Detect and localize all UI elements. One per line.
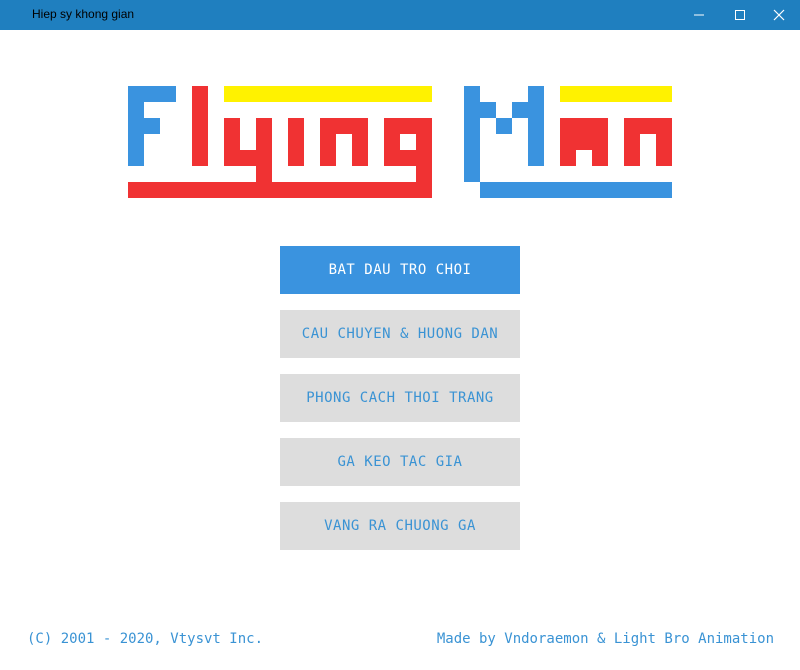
minimize-icon [694,14,704,16]
game-window: Hiep sy khong gian BAT DAU TRO CHOI CAU … [0,0,800,670]
start-game-button[interactable]: BAT DAU TRO CHOI [280,246,520,294]
close-button[interactable] [756,0,800,30]
story-guide-button[interactable]: CAU CHUYEN & HUONG DAN [280,310,520,358]
author-button[interactable]: GA KEO TAC GIA [280,438,520,486]
copyright-text: (C) 2001 - 2020, Vtysvt Inc. [27,631,264,647]
window-title: Hiep sy khong gian [32,7,135,21]
fashion-style-button[interactable]: PHONG CACH THOI TRANG [280,374,520,422]
close-icon [773,9,785,21]
maximize-icon [735,10,745,20]
title-bar[interactable]: Hiep sy khong gian [0,0,800,30]
exit-button[interactable]: VANG RA CHUONG GA [280,502,520,550]
minimize-button[interactable] [676,0,722,30]
credits-text: Made by Vndoraemon & Light Bro Animation [436,631,774,647]
flying-man-logo [128,86,672,198]
